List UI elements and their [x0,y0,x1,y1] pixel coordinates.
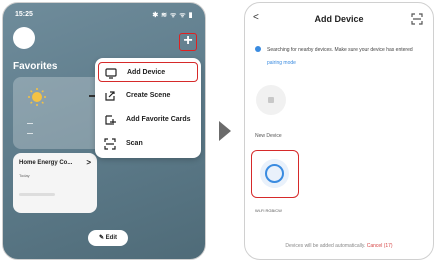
menu-item-label: Scan [126,140,143,147]
scene-icon [105,91,115,101]
search-info-text: Searching for nearby devices. Make sure … [267,47,413,53]
status-icons: ✱ ≋ ᯤ ᯤ ▮ [152,12,193,19]
scan-icon [104,138,116,150]
add-button[interactable]: + [179,33,197,51]
footer-text: Devices will be added automatically. [285,243,367,249]
scan-icon[interactable] [411,13,423,25]
left-phone-screen: 15:25 ✱ ≋ ᯤ ᯤ ▮ Favorites Home Energy Co… [2,2,206,260]
device-icon [105,68,117,79]
menu-item-scan[interactable]: Scan [98,134,198,154]
add-menu: Add Device Create Scene Add Favorite Car… [95,58,201,158]
cancel-button[interactable]: Cancel (17) [367,243,393,249]
new-device-item[interactable] [256,85,286,115]
menu-item-add-favorite-cards[interactable]: Add Favorite Cards [98,110,198,130]
energy-bar [19,193,55,196]
menu-item-label: Add Favorite Cards [126,116,191,123]
weather-line [27,133,33,134]
sun-icon [28,88,46,106]
footer: Devices will be added automatically. Can… [245,243,433,249]
weather-line [27,123,33,124]
arrow-right-icon [219,121,231,141]
pairing-mode-link[interactable]: pairing mode [267,60,296,66]
status-bar: 15:25 ✱ ≋ ᯤ ᯤ ▮ [15,11,193,21]
menu-item-create-scene[interactable]: Create Scene [98,86,198,106]
bulb-icon [260,159,289,188]
bulb-ring [265,164,284,183]
chevron-right-icon: > [86,158,91,167]
menu-item-label: Create Scene [126,92,171,99]
device-label: Wi-Fi RGB/CW [255,208,282,213]
avatar[interactable] [13,27,35,49]
device-icon [268,97,274,103]
device-label: New Device [255,133,282,139]
wifi-rgb-device-item[interactable] [251,150,299,198]
info-icon [255,46,261,52]
favorite-cards-icon [105,115,116,125]
energy-card[interactable]: Home Energy Co... > Today [13,153,97,213]
menu-item-label: Add Device [127,69,166,76]
menu-item-add-device[interactable]: Add Device [98,62,198,82]
favorites-title: Favorites [13,61,58,72]
energy-card-title: Home Energy Co... [19,160,73,166]
search-info: Searching for nearby devices. Make sure … [267,44,427,70]
page-title: Add Device [314,14,364,24]
energy-card-subtitle: Today [19,173,30,178]
right-phone-screen: < Add Device Searching for nearby device… [244,2,434,260]
status-time: 15:25 [15,11,33,18]
edit-button[interactable]: ✎ Edit [88,230,128,246]
